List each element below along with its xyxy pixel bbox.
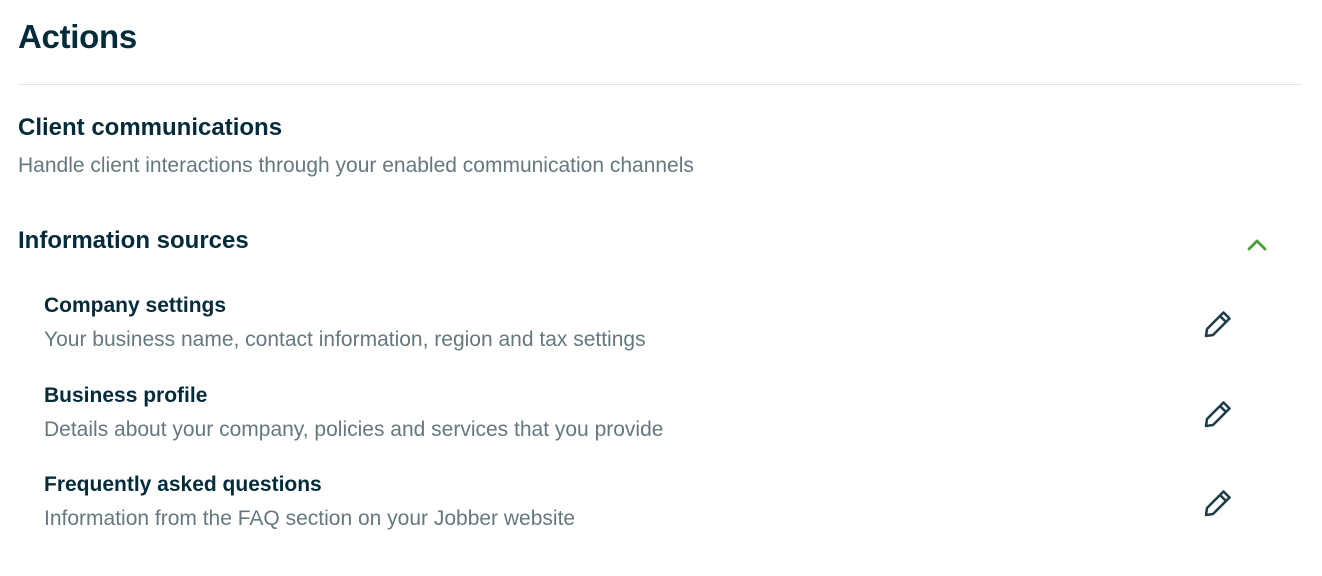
header-divider bbox=[18, 84, 1302, 85]
information-source-company-settings: Company settings Your business name, con… bbox=[44, 294, 1244, 364]
page-title: Actions bbox=[18, 18, 137, 55]
client-communications-description: Handle client interactions through your … bbox=[18, 154, 694, 177]
information-source-business-profile: Business profile Details about your comp… bbox=[44, 384, 1244, 454]
edit-company-settings-button[interactable] bbox=[1200, 306, 1236, 342]
source-description: Details about your company, policies and… bbox=[44, 418, 664, 441]
client-communications-heading: Client communications bbox=[18, 114, 283, 141]
pencil-icon bbox=[1204, 401, 1231, 428]
chevron-up-icon bbox=[1247, 239, 1267, 251]
information-source-faq: Frequently asked questions Information f… bbox=[44, 473, 1244, 543]
source-description: Your business name, contact information,… bbox=[44, 328, 646, 351]
source-title: Company settings bbox=[44, 294, 227, 317]
pencil-icon bbox=[1204, 490, 1231, 517]
edit-business-profile-button[interactable] bbox=[1200, 396, 1236, 432]
edit-faq-button[interactable] bbox=[1200, 485, 1236, 521]
source-title: Business profile bbox=[44, 384, 208, 407]
actions-page: Actions Client communications Handle cli… bbox=[0, 0, 1322, 576]
source-title: Frequently asked questions bbox=[44, 473, 322, 496]
information-sources-collapse-button[interactable] bbox=[1240, 230, 1274, 260]
source-description: Information from the FAQ section on your… bbox=[44, 507, 576, 530]
information-sources-heading: Information sources bbox=[18, 227, 249, 254]
pencil-icon bbox=[1204, 311, 1231, 338]
